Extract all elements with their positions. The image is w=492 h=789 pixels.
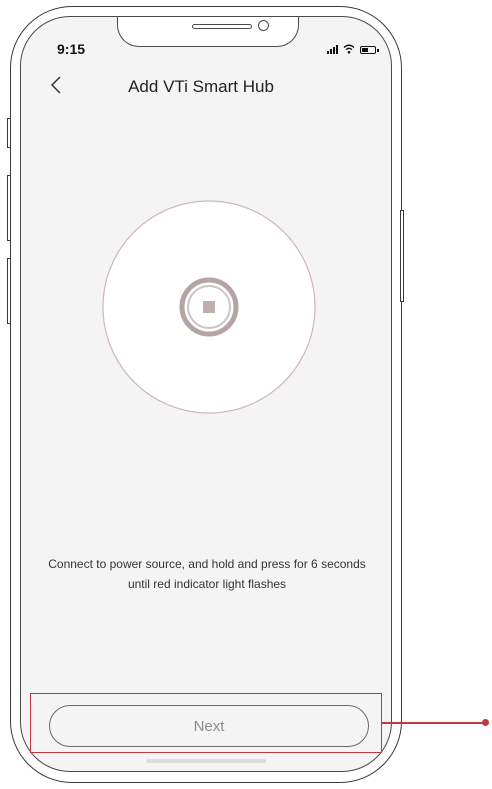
cellular-signal-icon	[327, 45, 338, 54]
status-icons	[327, 44, 379, 54]
chevron-left-icon	[50, 76, 61, 94]
notch	[117, 17, 299, 47]
volume-down-button	[7, 258, 11, 324]
mute-switch	[7, 118, 11, 148]
status-time: 9:15	[57, 41, 86, 57]
wifi-icon	[343, 44, 355, 54]
speaker-grille	[192, 24, 252, 29]
phone-screen: 9:15 Add VTi Smart Hub Connect to power …	[20, 16, 392, 772]
smart-hub-icon	[102, 200, 316, 414]
highlight-box	[30, 693, 382, 753]
volume-up-button	[7, 175, 11, 241]
front-camera	[258, 20, 269, 31]
power-button	[400, 210, 404, 302]
battery-tip	[377, 48, 379, 52]
callout-dot	[482, 719, 489, 726]
callout-line	[382, 722, 485, 724]
home-indicator	[146, 759, 266, 763]
instruction-text: Connect to power source, and hold and pr…	[48, 557, 366, 591]
back-button[interactable]	[43, 71, 71, 99]
stage: 9:15 Add VTi Smart Hub Connect to power …	[0, 0, 492, 789]
battery-icon	[360, 46, 376, 54]
page-title: Add VTi Smart Hub	[128, 77, 274, 96]
